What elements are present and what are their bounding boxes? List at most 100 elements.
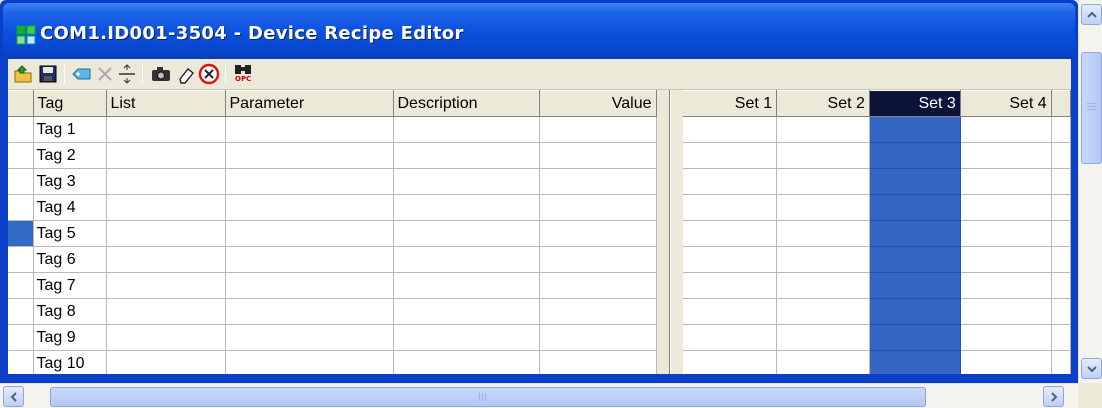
set-4-cell[interactable]: [960, 272, 1052, 299]
insert-tag-icon[interactable]: [70, 63, 92, 85]
set-1-cell[interactable]: [683, 220, 778, 247]
table-row[interactable]: [683, 142, 1071, 169]
column-header-tag[interactable]: Tag: [33, 90, 107, 117]
table-row[interactable]: Tag 6: [8, 246, 657, 273]
value-cell[interactable]: [539, 194, 657, 221]
set-3-cell[interactable]: [869, 298, 961, 325]
list-cell[interactable]: [106, 350, 226, 374]
parameter-cell[interactable]: [225, 272, 394, 299]
table-row[interactable]: Tag 2: [8, 142, 657, 169]
set-1-cell[interactable]: [683, 272, 778, 299]
table-row[interactable]: Tag 10: [8, 350, 657, 374]
description-cell[interactable]: [393, 298, 540, 325]
title-bar[interactable]: COM1.ID001-3504 - Device Recipe Editor: [3, 3, 1075, 59]
column-header-set-3[interactable]: Set 3: [869, 90, 961, 117]
table-row[interactable]: Tag 7: [8, 272, 657, 299]
value-cell[interactable]: [539, 324, 657, 351]
table-row[interactable]: [683, 324, 1071, 351]
set-3-cell[interactable]: [869, 324, 961, 351]
insert-set-icon[interactable]: [116, 63, 138, 85]
column-header-set-2[interactable]: Set 2: [776, 90, 870, 117]
description-cell[interactable]: [393, 246, 540, 273]
parameter-cell[interactable]: [225, 220, 394, 247]
tag-cell[interactable]: Tag 4: [33, 194, 107, 221]
value-cell[interactable]: [539, 298, 657, 325]
set-1-cell[interactable]: [683, 168, 778, 195]
set-3-cell[interactable]: [869, 116, 961, 143]
list-cell[interactable]: [106, 194, 226, 221]
table-row[interactable]: Tag 1: [8, 116, 657, 143]
table-row[interactable]: Tag 4: [8, 194, 657, 221]
set-4-cell[interactable]: [960, 298, 1052, 325]
set-2-cell[interactable]: [776, 116, 870, 143]
column-header-description[interactable]: Description: [393, 90, 540, 117]
value-cell[interactable]: [539, 246, 657, 273]
table-row[interactable]: Tag 5: [8, 220, 657, 247]
save-icon[interactable]: [37, 63, 59, 85]
table-row[interactable]: [683, 116, 1071, 143]
row-selector[interactable]: [8, 220, 34, 247]
value-cell[interactable]: [539, 220, 657, 247]
set-4-cell[interactable]: [960, 116, 1052, 143]
set-2-cell[interactable]: [776, 194, 870, 221]
tag-cell[interactable]: Tag 8: [33, 298, 107, 325]
set-3-cell[interactable]: [869, 350, 961, 374]
value-cell[interactable]: [539, 350, 657, 374]
set-4-cell[interactable]: [960, 350, 1052, 374]
row-selector[interactable]: [8, 194, 34, 221]
column-header-set-4[interactable]: Set 4: [960, 90, 1052, 117]
tag-cell[interactable]: Tag 9: [33, 324, 107, 351]
column-header-set-1[interactable]: Set 1: [683, 90, 778, 117]
parameter-cell[interactable]: [225, 116, 394, 143]
horizontal-scrollbar[interactable]: [0, 383, 1078, 408]
set-4-cell[interactable]: [960, 324, 1052, 351]
table-row[interactable]: [683, 272, 1071, 299]
set-3-cell[interactable]: [869, 272, 961, 299]
table-row[interactable]: [683, 246, 1071, 273]
set-2-cell[interactable]: [776, 142, 870, 169]
description-cell[interactable]: [393, 168, 540, 195]
column-header-list[interactable]: List: [106, 90, 226, 117]
row-selector[interactable]: [8, 142, 34, 169]
list-cell[interactable]: [106, 142, 226, 169]
set-4-cell[interactable]: [960, 220, 1052, 247]
column-header-parameter[interactable]: Parameter: [225, 90, 394, 117]
table-row[interactable]: [683, 350, 1071, 374]
table-row[interactable]: Tag 8: [8, 298, 657, 325]
description-cell[interactable]: [393, 194, 540, 221]
scroll-left-button[interactable]: [3, 386, 24, 407]
set-3-cell[interactable]: [869, 142, 961, 169]
description-cell[interactable]: [393, 220, 540, 247]
row-selector[interactable]: [8, 116, 34, 143]
set-1-cell[interactable]: [683, 298, 778, 325]
table-row[interactable]: [683, 220, 1071, 247]
set-2-cell[interactable]: [776, 298, 870, 325]
set-3-cell[interactable]: [869, 194, 961, 221]
vertical-scrollbar[interactable]: [1078, 0, 1102, 383]
table-row[interactable]: [683, 298, 1071, 325]
parameter-cell[interactable]: [225, 194, 394, 221]
tag-cell[interactable]: Tag 7: [33, 272, 107, 299]
set-1-cell[interactable]: [683, 246, 778, 273]
set-4-cell[interactable]: [960, 194, 1052, 221]
set-1-cell[interactable]: [683, 116, 778, 143]
value-cell[interactable]: [539, 168, 657, 195]
table-row[interactable]: [683, 168, 1071, 195]
set-1-cell[interactable]: [683, 324, 778, 351]
list-cell[interactable]: [106, 220, 226, 247]
set-3-cell[interactable]: [869, 168, 961, 195]
row-selector[interactable]: [8, 324, 34, 351]
row-selector[interactable]: [8, 272, 34, 299]
find-opc-icon[interactable]: OPC: [232, 63, 254, 85]
set-2-cell[interactable]: [776, 272, 870, 299]
scroll-up-button[interactable]: [1081, 4, 1102, 25]
tag-cell[interactable]: Tag 5: [33, 220, 107, 247]
vertical-scroll-thumb[interactable]: [1081, 52, 1102, 164]
set-2-cell[interactable]: [776, 220, 870, 247]
value-cell[interactable]: [539, 116, 657, 143]
list-cell[interactable]: [106, 246, 226, 273]
row-selector[interactable]: [8, 168, 34, 195]
row-selector[interactable]: [8, 350, 34, 374]
parameter-cell[interactable]: [225, 324, 394, 351]
clear-icon[interactable]: [175, 63, 197, 85]
